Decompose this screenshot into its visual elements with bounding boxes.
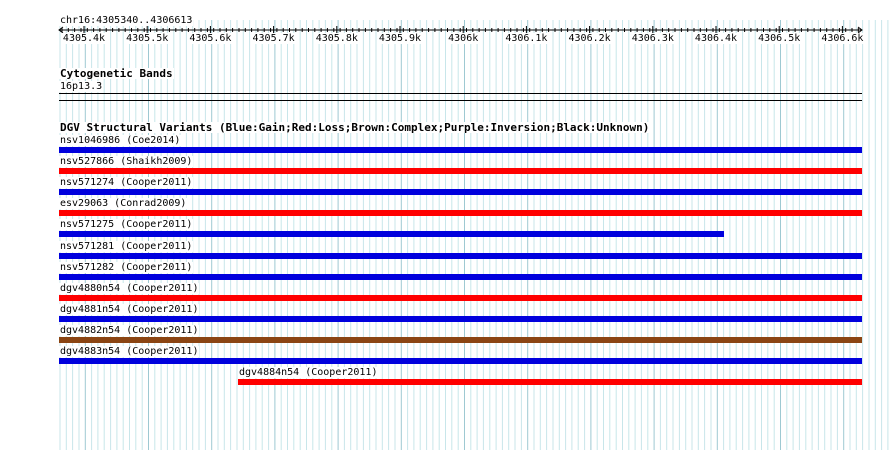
variant-row[interactable]: dgv4884n54 (Cooper2011) bbox=[0, 367, 890, 387]
variant-row[interactable]: nsv1046986 (Coe2014) bbox=[0, 135, 890, 155]
ruler-tick-label: 4305.8k bbox=[314, 33, 359, 44]
variant-row[interactable]: nsv571275 (Cooper2011) bbox=[0, 219, 890, 239]
variant-bar[interactable] bbox=[59, 294, 862, 301]
cytoband-line-bottom bbox=[59, 100, 862, 101]
variant-label[interactable]: dgv4881n54 (Cooper2011) bbox=[59, 303, 200, 315]
variant-row[interactable]: nsv571274 (Cooper2011) bbox=[0, 177, 890, 197]
variant-bar[interactable] bbox=[59, 315, 862, 322]
variant-bar[interactable] bbox=[59, 252, 862, 259]
variant-row[interactable]: dgv4882n54 (Cooper2011) bbox=[0, 324, 890, 345]
ruler-tick-label: 4305.9k bbox=[377, 33, 423, 44]
variant-label[interactable]: dgv4882n54 (Cooper2011) bbox=[59, 324, 200, 336]
variant-row[interactable]: nsv571281 (Cooper2011) bbox=[0, 240, 890, 261]
cytoband-track-title[interactable]: Cytogenetic Bands bbox=[59, 68, 174, 79]
variant-bar[interactable] bbox=[59, 147, 862, 153]
variant-bar[interactable] bbox=[59, 231, 724, 238]
cytoband-line-top bbox=[59, 93, 862, 94]
variant-bar[interactable] bbox=[59, 358, 862, 364]
ruler-tick-label: 4305.6k bbox=[188, 33, 233, 44]
ruler-tick-label: 4305.4k bbox=[61, 33, 107, 44]
variant-bar[interactable] bbox=[59, 210, 862, 217]
variant-label[interactable]: nsv527866 (Shaikh2009) bbox=[59, 156, 194, 168]
dgv-track-title[interactable]: DGV Structural Variants (Blue:Gain;Red:L… bbox=[59, 122, 651, 133]
variant-bar[interactable] bbox=[59, 273, 862, 280]
variant-label[interactable]: dgv4880n54 (Cooper2011) bbox=[59, 282, 200, 294]
ruler-tick-label: 4306.3k bbox=[630, 33, 675, 44]
variant-label[interactable]: esv29063 (Conrad2009) bbox=[59, 198, 188, 210]
variant-label[interactable]: dgv4883n54 (Cooper2011) bbox=[59, 346, 200, 357]
variant-label[interactable]: nsv1046986 (Coe2014) bbox=[59, 135, 182, 146]
variant-bar[interactable] bbox=[59, 189, 862, 196]
variant-label[interactable]: nsv571274 (Cooper2011) bbox=[59, 177, 194, 189]
ruler-tick-label: 4306.2k bbox=[567, 33, 612, 44]
ruler-tick-label: 4306k bbox=[447, 33, 480, 44]
ruler-tick-label: 4306.1k bbox=[504, 33, 549, 44]
ruler-tick-label: 4305.7k bbox=[251, 33, 296, 44]
variant-label[interactable]: dgv4884n54 (Cooper2011) bbox=[238, 367, 379, 379]
variant-bar[interactable] bbox=[59, 336, 862, 343]
ruler-tick-label: 4306.5k bbox=[757, 33, 802, 44]
cytoband-label: 16p13.3 bbox=[59, 81, 104, 92]
variant-bar[interactable] bbox=[59, 168, 862, 175]
variant-label[interactable]: nsv571282 (Cooper2011) bbox=[59, 261, 194, 273]
variant-label[interactable]: nsv571281 (Cooper2011) bbox=[59, 240, 194, 252]
variant-row[interactable]: esv29063 (Conrad2009) bbox=[0, 198, 890, 218]
ruler-tick-label: 4306.4k bbox=[693, 33, 739, 44]
variant-row[interactable]: dgv4883n54 (Cooper2011) bbox=[0, 346, 890, 366]
variant-row[interactable]: nsv571282 (Cooper2011) bbox=[0, 261, 890, 282]
variant-bar[interactable] bbox=[238, 379, 862, 386]
ruler-tick-label: 4306.6k bbox=[820, 33, 865, 44]
variant-label[interactable]: nsv571275 (Cooper2011) bbox=[59, 219, 194, 231]
variant-row[interactable]: nsv527866 (Shaikh2009) bbox=[0, 156, 890, 176]
variant-row[interactable]: dgv4881n54 (Cooper2011) bbox=[0, 303, 890, 324]
ruler-tick-label: 4305.5k bbox=[125, 33, 170, 44]
variant-row[interactable]: dgv4880n54 (Cooper2011) bbox=[0, 282, 890, 303]
